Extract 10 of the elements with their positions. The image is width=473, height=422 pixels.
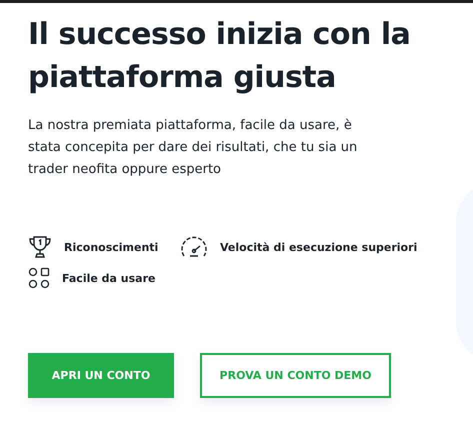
speedometer-icon <box>180 236 208 258</box>
feature-label: Velocità di esecuzione superiori <box>220 240 418 254</box>
trophy-icon <box>28 235 52 259</box>
shapes-icon <box>28 267 50 289</box>
headline: Il successo inizia con la piattaforma giusta <box>28 16 412 97</box>
open-account-button[interactable]: APRI UN CONTO <box>28 353 174 398</box>
feature-label: Facile da usare <box>62 272 156 284</box>
feature-label: Riconoscimenti <box>64 240 158 254</box>
description: La nostra premiata piattaforma, facile da usare, è stata concepita per dare dei risultati, che tu sia un trader neofita oppure esperto <box>28 117 358 179</box>
demo-account-button[interactable]: PROVA UN CONTO DEMO <box>200 353 391 398</box>
